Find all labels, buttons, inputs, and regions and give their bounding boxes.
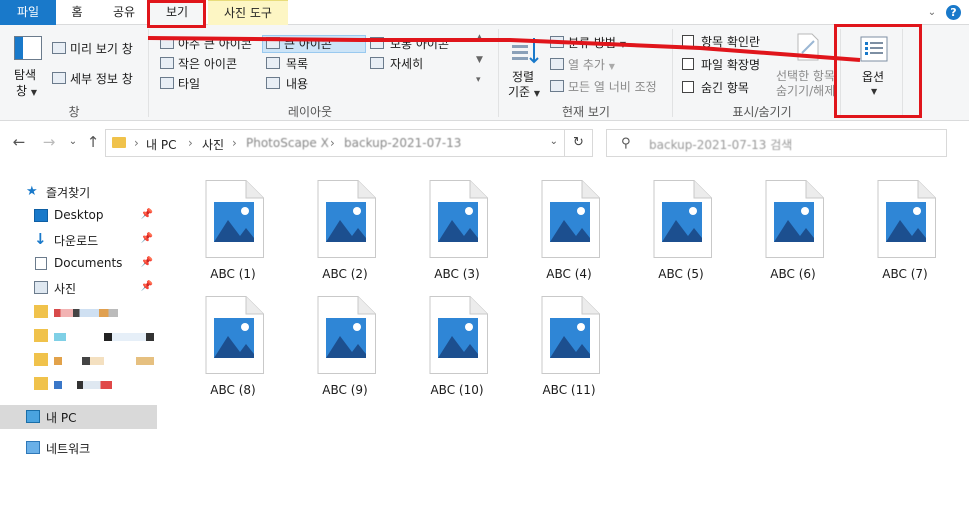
annotation-arrow-line [147,36,861,62]
annotation-highlight-view-tab [147,0,206,28]
file-explorer-window: 파일 홈 공유 보기 사진 도구 ⌄ ? 탐색 창 ▼ 미리 보기 창 세부 정… [0,0,969,519]
annotation-highlight-options [834,24,922,118]
